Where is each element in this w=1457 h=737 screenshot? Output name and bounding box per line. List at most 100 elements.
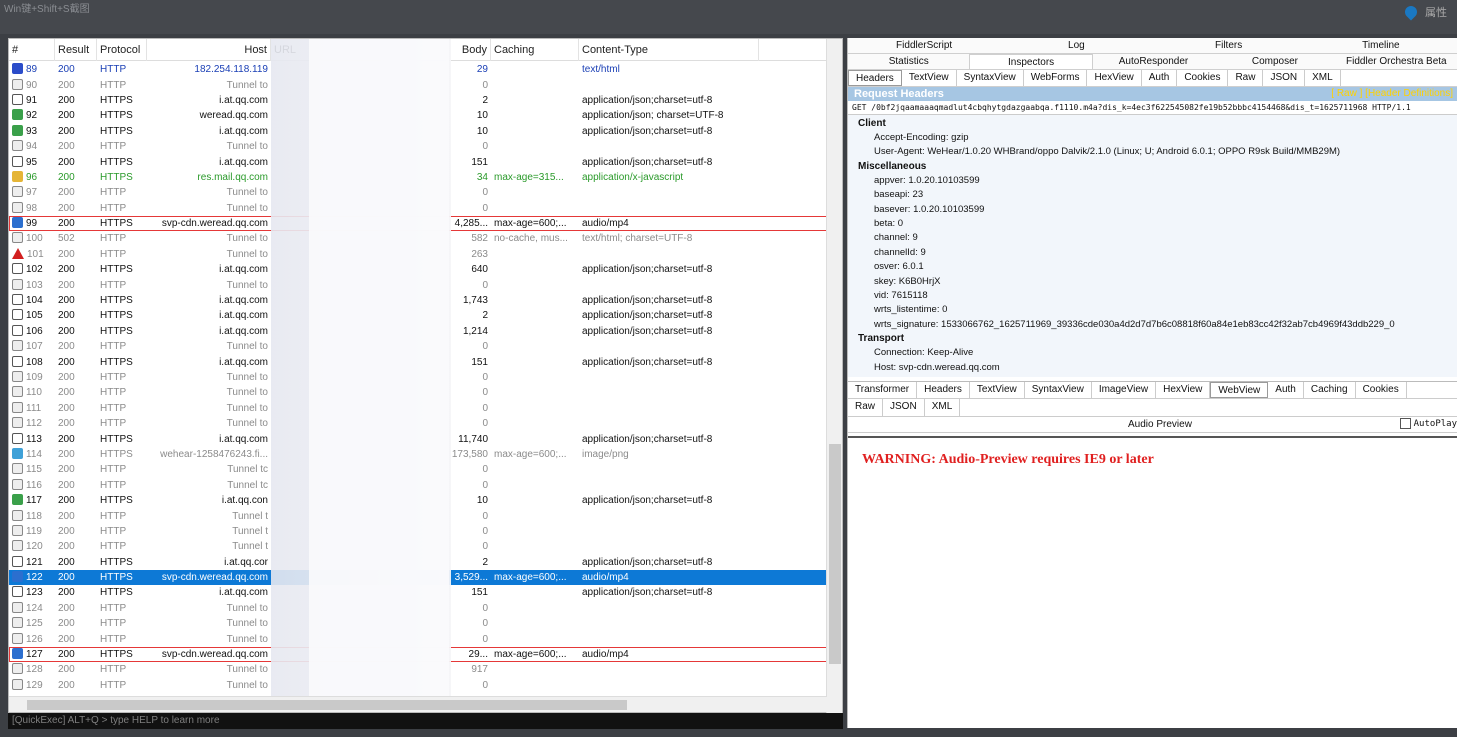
tab-xml[interactable]: XML [925, 399, 961, 416]
session-host: Tunnel to [226, 202, 268, 214]
session-protocol: HTTPS [100, 325, 133, 337]
session-result: 200 [58, 248, 75, 260]
horizontal-scrollbar[interactable] [9, 696, 827, 712]
tab-headers[interactable]: Headers [848, 70, 902, 86]
header-item[interactable]: wrts_signature: 1533066762_1625711969_39… [848, 318, 1457, 332]
header-item[interactable]: Host: svp-cdn.weread.qq.com [848, 361, 1457, 375]
header-group[interactable]: Transport [848, 332, 1457, 346]
header-item[interactable]: Connection: Keep-Alive [848, 346, 1457, 360]
session-result: 200 [58, 79, 75, 91]
tab-imageview[interactable]: ImageView [1092, 382, 1157, 398]
session-result: 200 [58, 310, 75, 322]
session-protocol: HTTP [100, 341, 127, 353]
session-id: 99 [26, 218, 38, 230]
session-protocol: HTTP [100, 279, 127, 291]
tab-xml[interactable]: XML [1305, 70, 1341, 86]
session-body: 0 [482, 418, 488, 430]
tab-syntaxview[interactable]: SyntaxView [1025, 382, 1092, 398]
column-header[interactable]: Host [147, 38, 271, 61]
tab-raw[interactable]: Raw [1228, 70, 1264, 86]
header-group[interactable]: Miscellaneous [848, 160, 1457, 174]
session-number: 117 [9, 493, 55, 508]
header-item[interactable]: basever: 1.0.20.10103599 [848, 203, 1457, 217]
header-item[interactable]: beta: 0 [848, 217, 1457, 231]
session-host: i.at.qq.com [219, 310, 268, 322]
session-result: 200 [58, 372, 75, 383]
autoplay-toggle[interactable]: AutoPlay [1399, 418, 1457, 429]
header-item[interactable]: baseapi: 23 [848, 188, 1457, 202]
tab-syntaxview[interactable]: SyntaxView [957, 70, 1024, 86]
header-item[interactable]: User-Agent: WeHear/1.0.20 WHBrand/oppo D… [848, 145, 1457, 159]
tab-fiddlerscript[interactable]: FiddlerScript [848, 38, 1000, 53]
header-group[interactable]: Client [848, 117, 1457, 131]
header-item[interactable]: vid: 7615118 [848, 289, 1457, 303]
tab-raw[interactable]: Raw [848, 399, 884, 416]
session-body: 0 [482, 187, 488, 199]
raw-header-links[interactable]: [ Raw ] [Header Definitions] [1331, 87, 1453, 101]
scroll-thumb[interactable] [829, 444, 841, 664]
header-item[interactable]: osver: 6.0.1 [848, 260, 1457, 274]
column-header[interactable]: Body [447, 38, 491, 61]
column-header[interactable]: Result [55, 38, 97, 61]
tab-inspectors[interactable]: Inspectors [969, 54, 1093, 69]
tab-cookies[interactable]: Cookies [1356, 382, 1407, 398]
tab-textview[interactable]: TextView [970, 382, 1025, 398]
header-item[interactable]: skey: K6B0HrjX [848, 275, 1457, 289]
session-number: 108 [9, 355, 55, 370]
session-body: 0 [482, 387, 488, 399]
session-host: i.at.qq.com [219, 587, 268, 599]
session-content-type: application/json;charset=utf-8 [582, 264, 713, 276]
tab-auth[interactable]: Auth [1142, 70, 1178, 86]
session-type-icon [12, 186, 23, 198]
session-host: Tunnel to [226, 418, 268, 430]
tab-composer[interactable]: Composer [1214, 54, 1335, 69]
header-item[interactable]: channel: 9 [848, 231, 1457, 245]
header-item[interactable]: appver: 1.0.20.10103599 [848, 174, 1457, 188]
session-number: 124 [9, 601, 55, 616]
header-item[interactable]: Accept-Encoding: gzip [848, 131, 1457, 145]
session-body: 582 [471, 233, 488, 245]
session-body: 1,743 [462, 295, 488, 307]
properties-label[interactable]: 属性 [1425, 4, 1447, 20]
header-item[interactable]: wrts_listentime: 0 [848, 303, 1457, 317]
autoplay-checkbox[interactable] [1399, 418, 1411, 429]
session-body: 151 [471, 356, 488, 368]
tab-caching[interactable]: Caching [1304, 382, 1356, 398]
tab-statistics[interactable]: Statistics [848, 54, 969, 69]
session-body: 2 [482, 94, 488, 106]
tab-auth[interactable]: Auth [1268, 382, 1304, 398]
tab-transformer[interactable]: Transformer [848, 382, 918, 398]
tab-filters[interactable]: Filters [1153, 38, 1305, 53]
session-content-type: application/json;charset=utf-8 [582, 94, 713, 106]
header-item[interactable]: channelId: 9 [848, 246, 1457, 260]
tab-headers[interactable]: Headers [917, 382, 970, 398]
tab-fiddler-orchestra-beta[interactable]: Fiddler Orchestra Beta [1336, 54, 1457, 69]
tab-json[interactable]: JSON [1263, 70, 1306, 86]
session-host: Tunnel to [226, 387, 268, 399]
location-pin-icon[interactable] [1402, 3, 1420, 21]
session-result: 502 [58, 233, 75, 245]
tab-webview[interactable]: WebView [1210, 382, 1269, 398]
session-result: 200 [58, 649, 75, 661]
column-header[interactable]: Protocol [97, 38, 147, 61]
tab-autoresponder[interactable]: AutoResponder [1093, 54, 1214, 69]
request-headers-tree: Client Accept-Encoding: gzip User-Agent: W… [848, 115, 1457, 377]
tab-hexview[interactable]: HexView [1087, 70, 1142, 86]
session-host: Tunnel t [232, 541, 268, 553]
session-type-icon [12, 140, 23, 152]
session-result: 200 [58, 94, 75, 106]
column-header[interactable]: # [9, 38, 55, 61]
tab-hexview[interactable]: HexView [1156, 382, 1211, 398]
tab-webforms[interactable]: WebForms [1024, 70, 1088, 86]
quickexec-input[interactable]: [QuickExec] ALT+Q > type HELP to learn m… [8, 713, 843, 729]
vertical-scrollbar[interactable] [826, 39, 842, 714]
tab-textview[interactable]: TextView [902, 70, 957, 86]
column-header[interactable]: Caching [491, 38, 579, 61]
session-protocol: HTTP [100, 79, 127, 91]
column-header[interactable]: Content-Type [579, 38, 759, 61]
hscroll-thumb[interactable] [27, 700, 627, 710]
tab-cookies[interactable]: Cookies [1177, 70, 1229, 86]
tab-timeline[interactable]: Timeline [1305, 38, 1457, 53]
tab-json[interactable]: JSON [883, 399, 925, 416]
tab-log[interactable]: Log [1000, 38, 1152, 53]
